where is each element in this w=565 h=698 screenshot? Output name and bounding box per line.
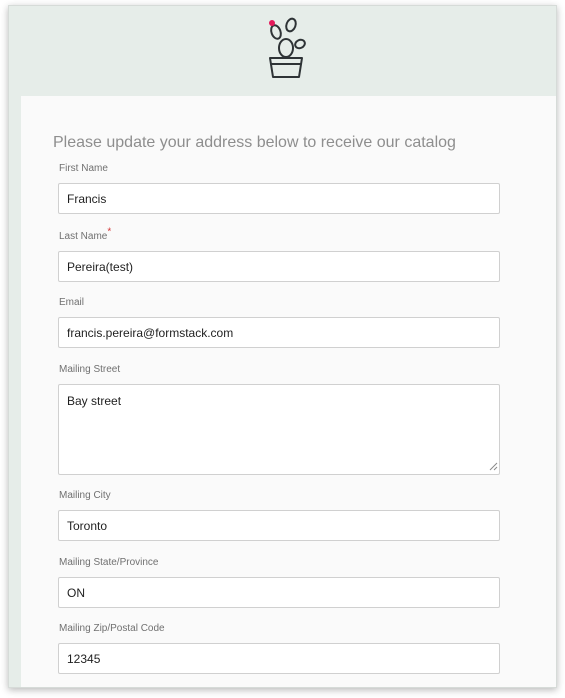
- mailing-state-input[interactable]: [58, 577, 500, 608]
- email-input[interactable]: [58, 317, 500, 348]
- mailing-street-label: Mailing Street: [59, 364, 121, 375]
- required-asterisk: *: [107, 226, 112, 238]
- form-card: Please update your address below to rece…: [21, 96, 556, 687]
- mailing-state-label: Mailing State/Province: [59, 557, 159, 568]
- form-window: Please update your address below to rece…: [8, 5, 557, 688]
- form-heading: Please update your address below to rece…: [53, 134, 456, 151]
- mailing-street-textarea[interactable]: Bay street: [58, 384, 500, 475]
- mailing-city-input[interactable]: [58, 510, 500, 541]
- cactus-pot-icon: [269, 17, 306, 78]
- last-name-input[interactable]: [58, 251, 500, 282]
- last-name-label: Last Name: [59, 231, 108, 242]
- mailing-city-label: Mailing City: [59, 490, 111, 501]
- first-name-input[interactable]: [58, 183, 500, 214]
- mailing-zip-input[interactable]: [58, 643, 500, 674]
- first-name-label: First Name: [59, 163, 108, 174]
- mailing-zip-label: Mailing Zip/Postal Code: [59, 623, 165, 634]
- textarea-resize-handle[interactable]: [489, 462, 498, 471]
- email-label: Email: [59, 297, 85, 308]
- last-name-label-group: Last Name*: [59, 227, 111, 242]
